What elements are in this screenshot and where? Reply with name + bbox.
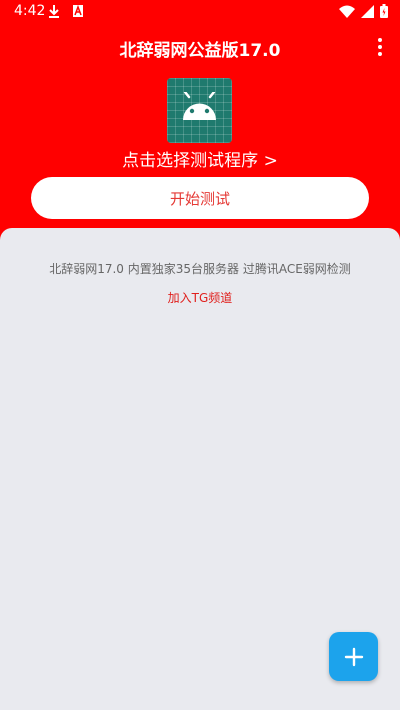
add-fab-button[interactable] bbox=[329, 632, 378, 681]
a-icon bbox=[73, 4, 83, 17]
status-left-icons bbox=[48, 4, 84, 18]
status-right-icons bbox=[339, 4, 388, 18]
app-icon-tile[interactable] bbox=[167, 78, 232, 143]
select-program-link[interactable]: 点击选择测试程序 > bbox=[0, 146, 400, 171]
status-bar: 4:42 bbox=[0, 0, 400, 24]
android-icon bbox=[183, 92, 216, 120]
app-title: 北辞弱网公益版17.0 bbox=[119, 41, 281, 61]
join-tg-channel-link[interactable]: 加入TG频道 bbox=[0, 289, 400, 306]
plus-icon bbox=[344, 647, 363, 666]
battery-icon bbox=[380, 4, 388, 18]
more-vert-icon[interactable] bbox=[370, 36, 390, 58]
signal-icon bbox=[361, 4, 374, 18]
info-text: 北辞弱网17.0 内置独家35台服务器 过腾讯ACE弱网检测 bbox=[49, 262, 351, 276]
status-time: 4:42 bbox=[14, 3, 46, 19]
start-test-button[interactable]: 开始测试 bbox=[31, 177, 369, 219]
wifi-icon bbox=[339, 5, 355, 18]
app-bar: 北辞弱网公益版17.0 bbox=[0, 24, 400, 68]
download-icon bbox=[49, 5, 59, 18]
